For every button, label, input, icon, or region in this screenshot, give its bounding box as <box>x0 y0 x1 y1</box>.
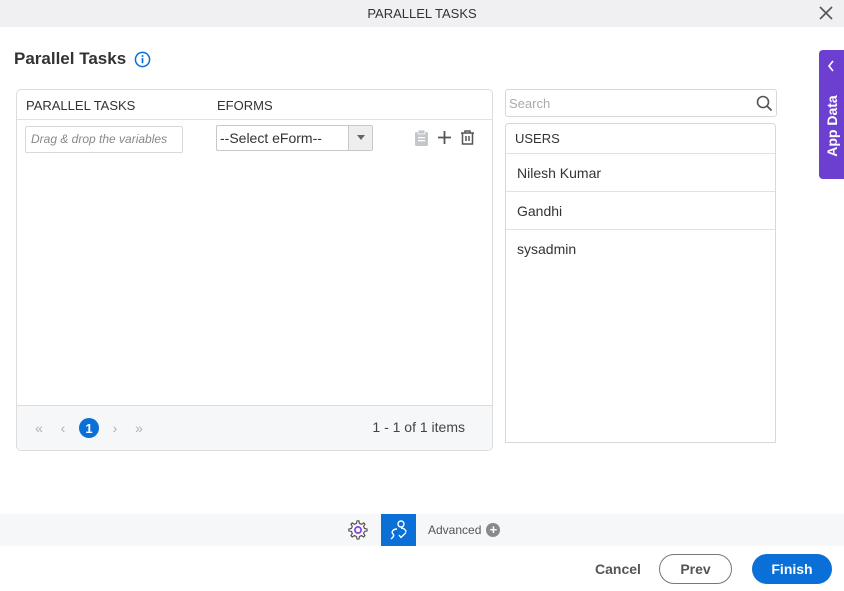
table-row: Drag & drop the variables --Select eForm… <box>17 120 492 160</box>
clipboard-icon[interactable] <box>414 129 429 146</box>
chevron-down-icon[interactable] <box>348 126 372 150</box>
column-header-eforms[interactable]: EFORMS <box>217 98 273 113</box>
participants-button[interactable] <box>381 514 416 546</box>
close-icon[interactable] <box>818 5 834 21</box>
user-search <box>505 89 777 117</box>
users-header: USERS <box>506 124 775 154</box>
eform-select[interactable]: --Select eForm-- <box>216 125 373 151</box>
parallel-tasks-grid: PARALLEL TASKS EFORMS Drag & drop the va… <box>16 89 493 451</box>
previous-page-icon[interactable]: ‹ <box>51 416 75 440</box>
prev-button[interactable]: Prev <box>659 554 732 584</box>
window-titlebar: PARALLEL TASKS <box>0 0 844 27</box>
first-page-icon[interactable]: « <box>27 416 51 440</box>
grid-header: PARALLEL TASKS EFORMS <box>17 90 492 120</box>
chevron-left-icon <box>827 60 834 72</box>
page-number-current[interactable]: 1 <box>79 418 99 438</box>
column-header-parallel-tasks[interactable]: PARALLEL TASKS <box>26 98 135 113</box>
app-data-tab[interactable]: App Data <box>819 50 844 179</box>
bottom-toolbar: Advanced + <box>0 514 844 546</box>
list-item[interactable]: sysadmin <box>506 230 775 268</box>
finish-button[interactable]: Finish <box>752 554 832 584</box>
page-title-text: Parallel Tasks <box>14 49 127 68</box>
advanced-label: Advanced <box>428 523 482 537</box>
plus-circle-icon: + <box>486 523 501 537</box>
info-icon[interactable] <box>134 51 151 68</box>
app-data-label: App Data <box>823 95 840 157</box>
cancel-button[interactable]: Cancel <box>595 561 641 577</box>
search-icon[interactable] <box>756 95 773 112</box>
add-icon[interactable] <box>437 130 452 145</box>
last-page-icon[interactable]: » <box>127 416 151 440</box>
row-actions <box>414 129 475 146</box>
list-item[interactable]: Gandhi <box>506 192 775 230</box>
users-list: USERS Nilesh Kumar Gandhi sysadmin <box>505 123 776 443</box>
page-title: Parallel Tasks <box>14 49 151 69</box>
search-input[interactable] <box>506 90 736 116</box>
user-check-icon <box>390 520 407 540</box>
gear-icon[interactable] <box>347 519 369 541</box>
delete-icon[interactable] <box>460 129 475 146</box>
next-page-icon[interactable]: › <box>103 416 127 440</box>
grid-pager: « ‹ 1 › » 1 - 1 of 1 items <box>17 405 492 450</box>
window-title: PARALLEL TASKS <box>367 6 477 21</box>
pager-info: 1 - 1 of 1 items <box>372 419 465 435</box>
eform-select-value: --Select eForm-- <box>220 130 322 146</box>
list-item[interactable]: Nilesh Kumar <box>506 154 775 192</box>
advanced-toggle[interactable]: Advanced + <box>428 523 501 537</box>
task-variable-drop-field[interactable]: Drag & drop the variables <box>25 126 183 153</box>
